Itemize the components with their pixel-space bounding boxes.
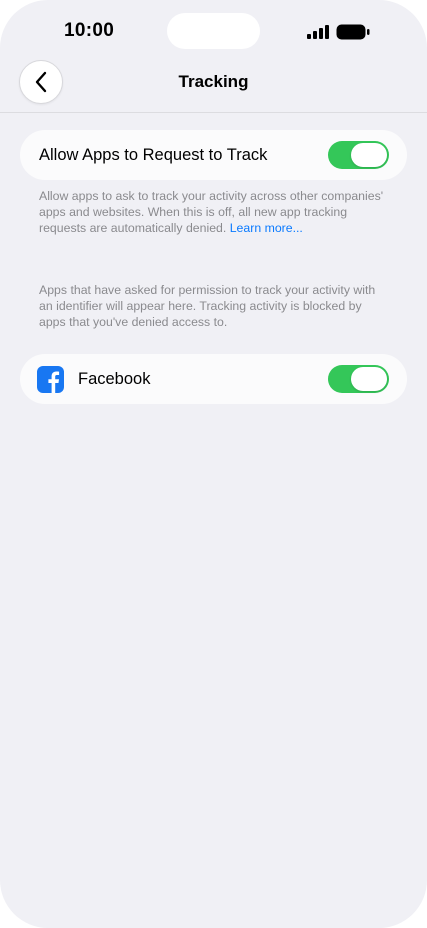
app-row-facebook: Facebook	[20, 354, 407, 404]
page-title: Tracking	[178, 72, 249, 91]
apps-footnote: Apps that have asked for permission to t…	[39, 283, 376, 329]
toggle-knob	[351, 143, 387, 167]
allow-tracking-row: Allow Apps to Request to Track	[20, 130, 407, 180]
toggle-knob	[351, 367, 387, 391]
app-name: Facebook	[78, 370, 151, 388]
allow-tracking-footnote: Allow apps to ask to track your activity…	[39, 189, 391, 236]
allow-tracking-toggle[interactable]	[328, 141, 389, 169]
facebook-tracking-toggle[interactable]	[328, 365, 389, 393]
battery-icon	[336, 24, 370, 40]
allow-tracking-label: Allow Apps to Request to Track	[39, 146, 268, 164]
navigation-bar: Tracking	[0, 56, 427, 113]
status-bar: 10:00	[0, 0, 427, 60]
status-time: 10:00	[64, 20, 115, 41]
facebook-icon	[37, 366, 64, 393]
phone-screen: 10:00 Tracking Allow Apps to Request to …	[0, 0, 427, 928]
allow-tracking-description: Allow apps to ask to track your activity…	[39, 189, 384, 235]
cellular-signal-icon	[307, 25, 329, 39]
learn-more-link[interactable]: Learn more...	[230, 221, 303, 235]
dynamic-island	[167, 13, 260, 49]
